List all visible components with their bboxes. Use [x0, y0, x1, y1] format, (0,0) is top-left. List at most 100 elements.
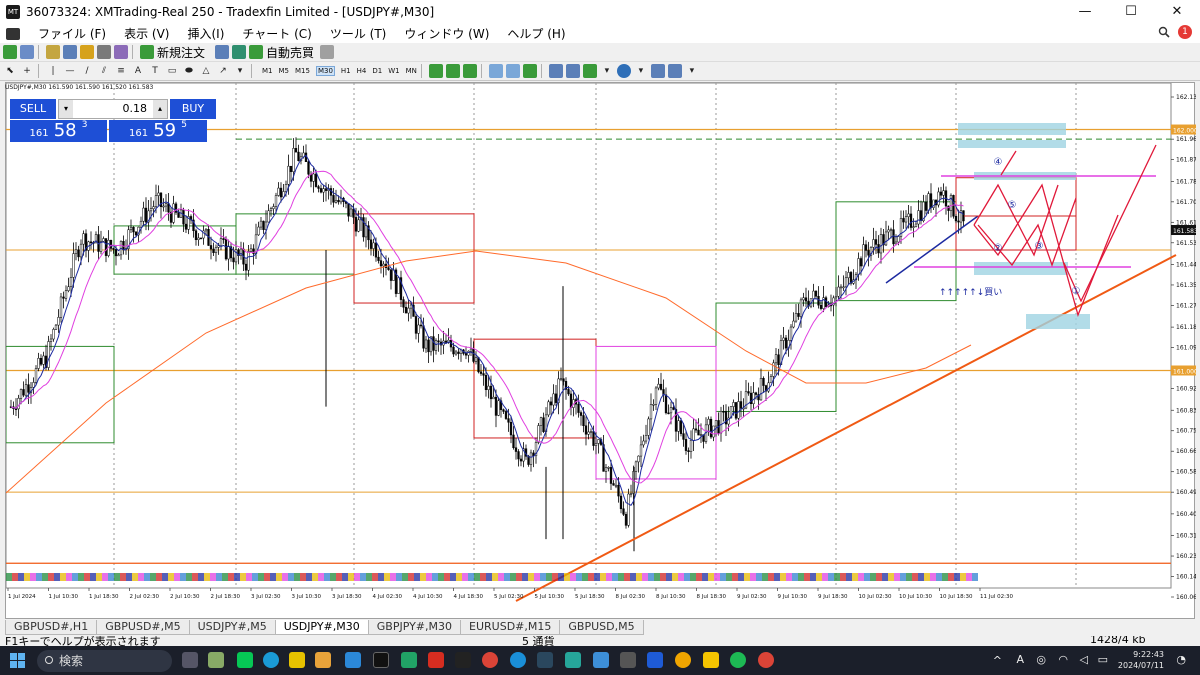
crosshair-icon[interactable]: + [20, 64, 34, 79]
tab-usdjpy-m5[interactable]: USDJPY#,M5 [188, 620, 276, 635]
close-button[interactable]: ✕ [1154, 0, 1200, 24]
taskbar-search[interactable]: 検索 [37, 650, 172, 672]
game-icon[interactable] [455, 652, 471, 668]
triangle-icon[interactable]: △ [199, 64, 213, 79]
indicators-icon[interactable] [582, 64, 597, 78]
tester-icon[interactable] [114, 45, 128, 59]
lot-size-field[interactable]: ▾ 0.18 ▴ [58, 99, 168, 119]
arrows-icon[interactable]: ↗ [216, 64, 230, 79]
copilot-icon[interactable]: ◎ [1036, 653, 1046, 666]
tf-m5[interactable]: M5 [279, 67, 290, 75]
file-explorer-icon[interactable] [315, 652, 331, 668]
wifi-icon[interactable]: ◠ [1058, 653, 1068, 666]
buy-button[interactable]: BUY [170, 99, 216, 119]
tab-gbpusd-m5[interactable]: GBPUSD#,M5 [96, 620, 190, 635]
notification-badge[interactable]: 1 [1178, 25, 1192, 39]
label-icon[interactable]: T [148, 64, 162, 79]
menu-chart[interactable]: チャート (C) [242, 25, 311, 42]
task-view-icon[interactable] [182, 652, 198, 668]
navigator-icon[interactable] [80, 45, 94, 59]
menu-insert[interactable]: 挿入(I) [187, 25, 224, 42]
period-icon[interactable] [616, 64, 631, 78]
word-icon[interactable] [345, 652, 361, 668]
app-icon-gray[interactable] [620, 652, 636, 668]
metaeditor-icon[interactable] [215, 45, 230, 59]
tab-gbpusd-h1[interactable]: GBPUSD#,H1 [5, 620, 98, 635]
line-app-icon[interactable] [237, 652, 253, 668]
auto-trade-button[interactable]: 自動売買 [266, 44, 314, 61]
horizontal-line-icon[interactable]: — [63, 64, 77, 79]
print-icon[interactable] [320, 45, 335, 59]
edge-icon[interactable] [510, 652, 526, 668]
period-dropdown-icon[interactable]: ▾ [634, 64, 648, 79]
search-icon[interactable] [1158, 26, 1170, 38]
profiles-icon[interactable] [20, 45, 34, 59]
line-chart-icon[interactable] [462, 64, 477, 78]
lot-size-value[interactable]: 0.18 [123, 102, 148, 115]
rectangle-icon[interactable]: ▭ [165, 64, 179, 79]
bid-price[interactable]: 161 58 3 [10, 120, 107, 142]
norton-icon[interactable] [289, 652, 305, 668]
notification-icon[interactable]: ◔ [1176, 653, 1186, 666]
price-chart[interactable]: ① ② ③ ④ ⑤ ↑↑↑↑↑↓買い 162.135 162.000161.960 161.87… [6, 83, 1196, 620]
terminal-icon[interactable] [97, 45, 111, 59]
indicators-dropdown-icon[interactable]: ▾ [600, 64, 614, 79]
chrome-profile-icon[interactable] [758, 652, 774, 668]
fx-app-icon[interactable] [428, 652, 444, 668]
lot-increase-icon[interactable]: ▴ [153, 100, 167, 118]
menu-tools[interactable]: ツール (T) [330, 25, 387, 42]
xm-mt4-icon[interactable] [373, 652, 389, 668]
sell-button[interactable]: SELL [10, 99, 56, 119]
zoom-out-icon[interactable] [505, 64, 520, 78]
template-icon[interactable] [650, 64, 665, 78]
tf-mn[interactable]: MN [406, 67, 417, 75]
market-watch-icon[interactable] [46, 45, 60, 59]
skype-icon[interactable] [263, 652, 279, 668]
trendline-icon[interactable]: / [80, 64, 94, 79]
tf-h4[interactable]: H4 [357, 67, 367, 75]
chrome-icon[interactable] [482, 652, 498, 668]
tile-icon[interactable] [522, 64, 537, 78]
new-order-button[interactable]: 新規注文 [157, 44, 205, 61]
mdi-icon[interactable] [6, 27, 20, 40]
auto-trade-icon[interactable] [249, 45, 264, 59]
grid-icon[interactable] [667, 64, 682, 78]
cursor-icon[interactable]: ⬉ [3, 64, 17, 79]
shapes-dropdown-icon[interactable]: ▾ [233, 64, 247, 79]
widgets-icon[interactable] [208, 652, 224, 668]
ellipse-icon[interactable]: ⬬ [182, 64, 196, 79]
fibo-icon[interactable]: ≡ [114, 64, 128, 79]
spotify-icon[interactable] [730, 652, 746, 668]
excel-icon[interactable] [401, 652, 417, 668]
channel-icon[interactable]: ⫽ [97, 64, 111, 79]
minimize-button[interactable]: — [1062, 0, 1108, 24]
tf-d1[interactable]: D1 [372, 67, 382, 75]
ask-price[interactable]: 161 59 5 [109, 120, 207, 142]
app-icon-lightning[interactable] [647, 652, 663, 668]
ime-indicator[interactable]: A [1016, 653, 1024, 666]
data-window-icon[interactable] [63, 45, 77, 59]
tf-m1[interactable]: M1 [262, 67, 273, 75]
app-icon-blue[interactable] [593, 652, 609, 668]
tab-usdjpy-m30[interactable]: USDJPY#,M30 [274, 620, 369, 635]
tab-eurusd-m15[interactable]: EURUSD#,M15 [460, 620, 561, 635]
template-dropdown-icon[interactable]: ▾ [685, 64, 699, 79]
tab-gbpusd-m5-2[interactable]: GBPUSD,M5 [559, 620, 644, 635]
menu-window[interactable]: ウィンドウ (W) [404, 25, 489, 42]
tray-chevron-icon[interactable]: ^ [993, 654, 1002, 667]
chart-window[interactable]: ① ② ③ ④ ⑤ ↑↑↑↑↑↓買い 162.135 162.000161.960 161.87… [5, 82, 1196, 620]
lot-decrease-icon[interactable]: ▾ [59, 100, 73, 118]
windows-start-icon[interactable] [10, 653, 25, 668]
new-chart-icon[interactable] [3, 45, 17, 59]
candle-chart-icon[interactable] [445, 64, 460, 78]
signals-icon[interactable] [232, 45, 247, 59]
steam-icon[interactable] [537, 652, 553, 668]
autoscroll-icon[interactable] [548, 64, 563, 78]
tf-w1[interactable]: W1 [388, 67, 399, 75]
menu-file[interactable]: ファイル (F) [38, 25, 106, 42]
app-icon-sun[interactable] [675, 652, 691, 668]
menu-view[interactable]: 表示 (V) [124, 25, 169, 42]
tab-gbpjpy-m30[interactable]: GBPJPY#,M30 [367, 620, 462, 635]
menu-help[interactable]: ヘルプ (H) [507, 25, 565, 42]
volume-icon[interactable]: ◁ [1080, 653, 1088, 666]
